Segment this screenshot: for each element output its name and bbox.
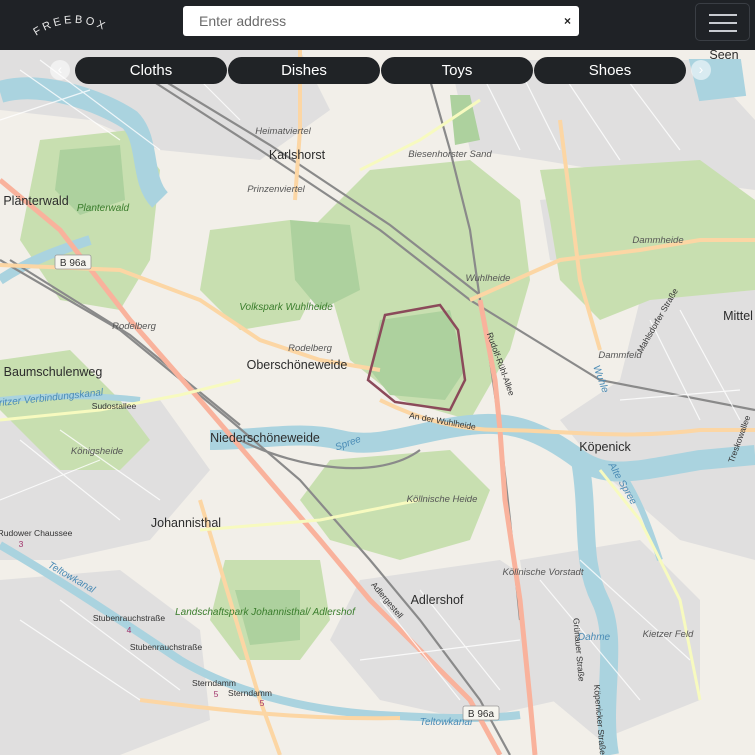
address-input[interactable] xyxy=(183,6,553,36)
label-koenigsheide: Königsheide xyxy=(71,446,123,457)
label-koellnische-heide: Köllnische Heide xyxy=(407,494,478,505)
label-heimatviertel: Heimatviertel xyxy=(255,126,311,137)
label-prinzenviertel: Prinzenviertel xyxy=(247,184,305,195)
label-planterwald-park: Planterwald xyxy=(77,203,130,214)
road-shield-b96a-2: B 96a xyxy=(462,705,500,721)
menu-icon-line xyxy=(709,14,737,16)
label-volkspark-wuhlheide: Volkspark Wuhlheide xyxy=(239,302,333,313)
label-kietzer-feld: Kietzer Feld xyxy=(643,629,694,640)
label-sudostallee: Sudostallee xyxy=(92,401,137,411)
map-view[interactable]: Karlshorst Plänterwald Baumschulenweg Ob… xyxy=(0,50,755,755)
label-niederschoeneweide: Niederschöneweide xyxy=(210,431,320,445)
hamburger-menu-button[interactable] xyxy=(695,3,750,41)
route-number-3: 3 xyxy=(19,539,24,549)
next-category-icon[interactable]: › xyxy=(691,60,711,80)
category-bar: ‹ Cloths Dishes Toys Shoes › xyxy=(0,57,755,85)
label-rudower-chaussee: Rudower Chaussee xyxy=(0,528,73,538)
label-stubenrauchstrasse-1: Stubenrauchstraße xyxy=(93,613,166,623)
map-canvas[interactable]: Karlshorst Plänterwald Baumschulenweg Ob… xyxy=(0,50,755,755)
road-shield-label: B 96a xyxy=(60,258,87,269)
label-biesenhorster-sand: Biesenhorster Sand xyxy=(408,149,492,160)
svg-text:FREEBOX: FREEBOX xyxy=(31,14,109,39)
top-navbar: FREEBOX × xyxy=(0,0,755,50)
label-stubenrauchstrasse-2: Stubenrauchstraße xyxy=(130,642,203,652)
freebox-logo[interactable]: FREEBOX xyxy=(30,6,120,42)
label-koellnische-vorstadt: Köllnische Vorstadt xyxy=(503,567,584,578)
label-baumschulenweg: Baumschulenweg xyxy=(4,365,103,379)
label-mittel: Mittel xyxy=(723,309,753,323)
category-dishes[interactable]: Dishes xyxy=(228,57,380,84)
label-koepenick: Köpenick xyxy=(579,440,631,454)
label-rodelberg-east: Rodelberg xyxy=(288,343,333,354)
label-oberschoeneweide: Oberschöneweide xyxy=(247,358,348,372)
label-johannisthal: Johannisthal xyxy=(151,516,221,530)
label-dammheide: Dammheide xyxy=(632,235,683,246)
label-karlshorst: Karlshorst xyxy=(269,148,326,162)
logo-text: FREEBOX xyxy=(31,14,106,39)
label-adlershof: Adlershof xyxy=(411,593,464,607)
category-shoes[interactable]: Shoes xyxy=(534,57,686,84)
route-number-5-a: 5 xyxy=(214,689,219,699)
label-landschaftspark: Landschaftspark Johannisthal/ Adlershof xyxy=(175,607,356,618)
label-sterndamm-2: Sterndamm xyxy=(228,688,272,698)
menu-icon-line xyxy=(709,30,737,32)
label-dammfeld: Dammfeld xyxy=(598,350,642,361)
label-sterndamm-1: Sterndamm xyxy=(192,678,236,688)
category-toys[interactable]: Toys xyxy=(381,57,533,84)
label-rodelberg-west: Rodelberg xyxy=(112,321,157,332)
category-cloths[interactable]: Cloths xyxy=(75,57,227,84)
road-shield-b96a-1: B 96a xyxy=(54,254,92,270)
label-wuhlheide: Wuhlheide xyxy=(466,273,511,284)
label-plaenterwald: Plänterwald xyxy=(3,194,68,208)
route-number-4: 4 xyxy=(127,625,132,635)
route-number-5-b: 5 xyxy=(260,698,265,708)
prev-category-icon[interactable]: ‹ xyxy=(50,60,70,80)
address-search: × xyxy=(183,6,579,36)
clear-search-button[interactable]: × xyxy=(564,13,571,29)
road-shield-label: B 96a xyxy=(468,709,495,720)
menu-icon-line xyxy=(709,22,737,24)
